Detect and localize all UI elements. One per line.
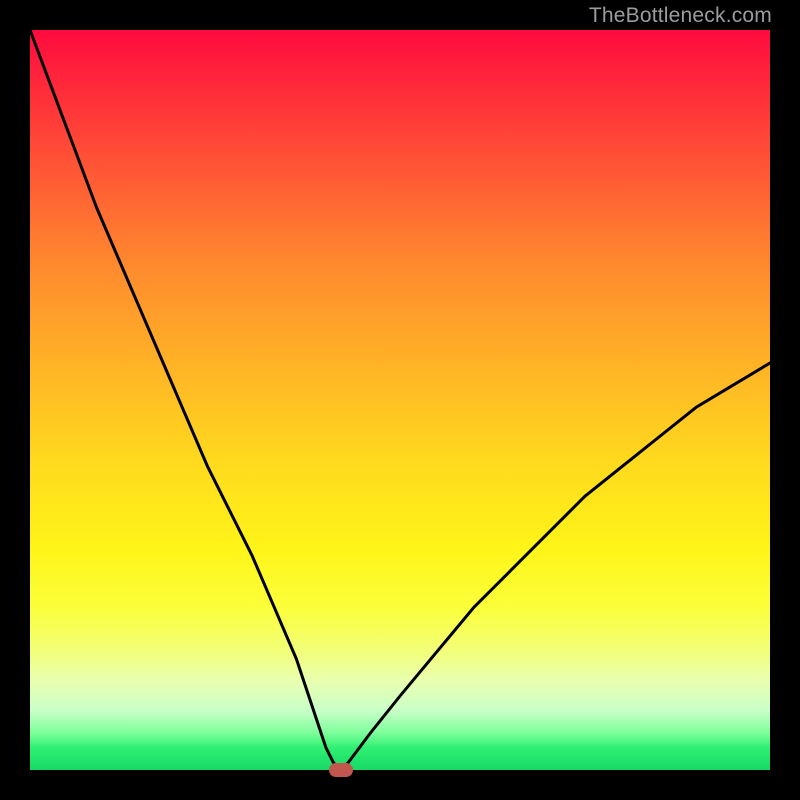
bottleneck-curve (30, 30, 770, 770)
optimal-point-marker (329, 763, 353, 777)
chart-frame: TheBottleneck.com (0, 0, 800, 800)
watermark-text: TheBottleneck.com (589, 4, 772, 28)
plot-area (30, 30, 770, 770)
